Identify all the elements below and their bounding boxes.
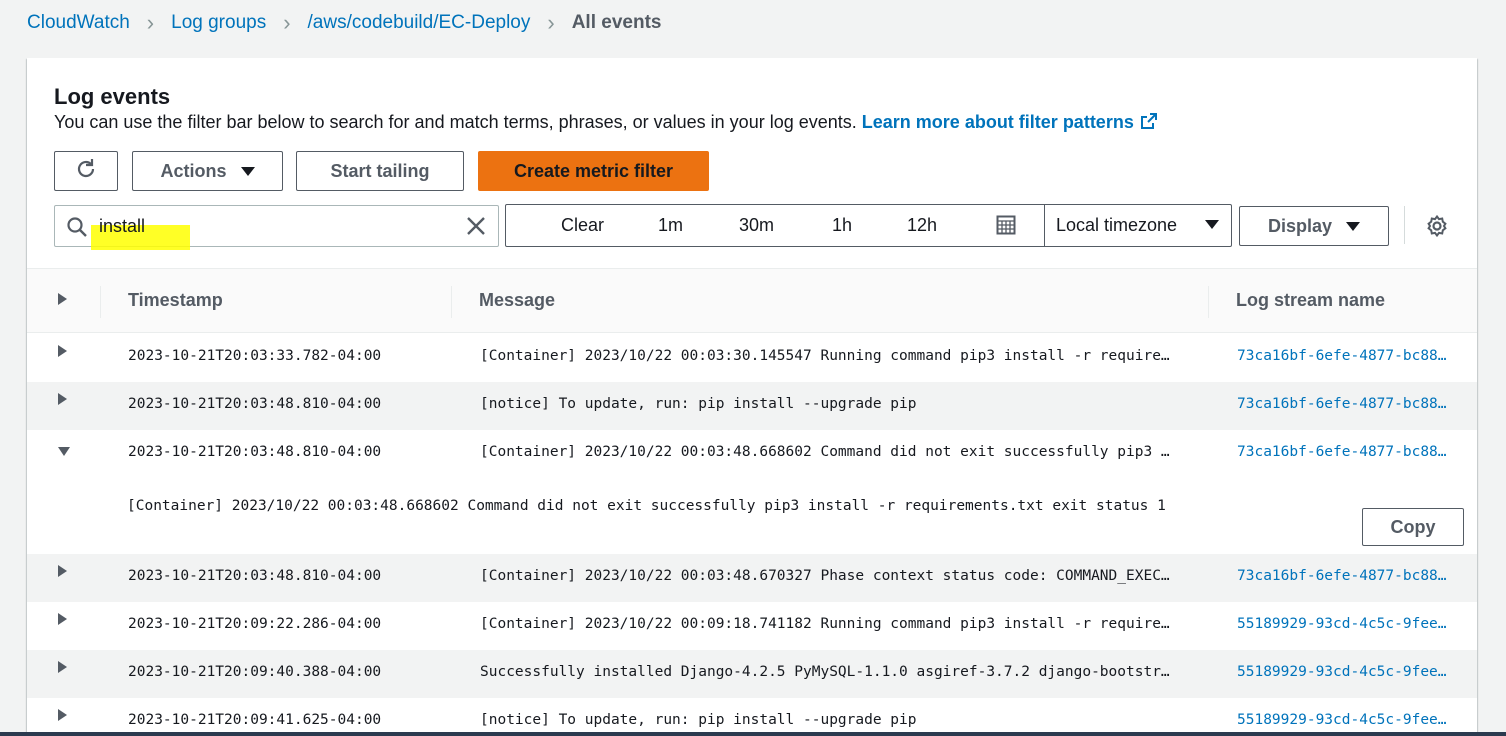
range-1h[interactable]: 1h	[832, 215, 852, 236]
expand-row-icon[interactable]	[58, 708, 67, 726]
actions-label: Actions	[160, 160, 227, 181]
copy-button[interactable]: Copy	[1362, 508, 1464, 546]
display-label: Display	[1267, 215, 1333, 236]
timezone-select[interactable]: Local timezone	[1044, 204, 1233, 247]
range-12h[interactable]: 12h	[907, 215, 937, 236]
chevron-right-icon: ›	[283, 10, 291, 35]
gear-icon[interactable]	[1425, 214, 1449, 243]
expand-all-icon[interactable]	[58, 292, 67, 310]
expand-row-icon[interactable]	[58, 612, 67, 630]
row-message: [Container] 2023/10/22 00:03:30.145547 R…	[480, 348, 1170, 364]
chevron-right-icon: ›	[146, 10, 155, 35]
learn-more-label: Learn more about filter patterns	[861, 112, 1134, 132]
refresh-button[interactable]	[54, 151, 118, 191]
start-tailing-button[interactable]: Start tailing	[296, 151, 464, 191]
calendar-icon[interactable]	[996, 215, 1016, 240]
row-timestamp: 2023-10-21T20:03:48.810-04:00	[128, 396, 382, 412]
collapse-row-icon[interactable]	[58, 443, 70, 461]
table-row[interactable]: 2023-10-21T20:03:48.810-04:00 [notice] T…	[27, 382, 1477, 430]
table-row[interactable]: 2023-10-21T20:09:41.625-04:00 [notice] T…	[27, 698, 1477, 736]
column-log-stream[interactable]: Log stream name	[1236, 290, 1385, 311]
table-header: Timestamp Message Log stream name	[27, 268, 1477, 333]
expanded-message-area: [Container] 2023/10/22 00:03:48.668602 C…	[27, 478, 1477, 554]
breadcrumb-log-groups[interactable]: Log groups	[171, 12, 266, 34]
panel-description: You can use the filter bar below to sear…	[54, 112, 1158, 135]
row-message: [Container] 2023/10/22 00:03:48.668602 C…	[480, 444, 1170, 460]
row-log-stream-link[interactable]: 55189929-93cd-4c5c-9fee…	[1237, 664, 1447, 680]
refresh-icon	[74, 157, 98, 186]
row-timestamp: 2023-10-21T20:03:33.782-04:00	[128, 348, 382, 364]
row-timestamp: 2023-10-21T20:09:41.625-04:00	[128, 712, 382, 728]
chevron-right-icon: ›	[547, 10, 555, 35]
row-log-stream-link[interactable]: 73ca16bf-6efe-4877-bc88…	[1237, 568, 1447, 584]
display-button[interactable]: Display	[1239, 206, 1389, 246]
row-message: [Container] 2023/10/22 00:09:18.741182 R…	[480, 616, 1170, 632]
breadcrumb-log-group[interactable]: /aws/codebuild/EC-Deploy	[308, 12, 531, 34]
expand-row-icon[interactable]	[58, 660, 67, 678]
breadcrumb: CloudWatch › Log groups › /aws/codebuild…	[27, 11, 661, 35]
row-message: [notice] To update, run: pip install --u…	[480, 396, 917, 412]
external-link-icon	[1140, 112, 1158, 135]
search-icon	[66, 216, 88, 243]
log-events-panel: Log events You can use the filter bar be…	[27, 58, 1477, 736]
breadcrumb-cloudwatch[interactable]: CloudWatch	[27, 12, 130, 34]
row-timestamp: 2023-10-21T20:09:22.286-04:00	[128, 616, 382, 632]
table-row[interactable]: 2023-10-21T20:09:40.388-04:00 Successful…	[27, 650, 1477, 698]
row-message: [Container] 2023/10/22 00:03:48.670327 P…	[480, 568, 1170, 584]
row-message: Successfully installed Django-4.2.5 PyMy…	[480, 664, 1170, 680]
row-timestamp: 2023-10-21T20:03:48.810-04:00	[128, 444, 382, 460]
description-text: You can use the filter bar below to sear…	[54, 112, 857, 132]
learn-more-link[interactable]: Learn more about filter patterns	[862, 112, 1158, 132]
close-icon[interactable]	[466, 216, 486, 241]
row-log-stream-link[interactable]: 73ca16bf-6efe-4877-bc88…	[1237, 444, 1447, 460]
expand-row-icon[interactable]	[58, 392, 67, 410]
row-timestamp: 2023-10-21T20:03:48.810-04:00	[128, 568, 382, 584]
window-bottom-edge	[0, 732, 1506, 736]
range-1m[interactable]: 1m	[658, 215, 683, 236]
actions-button[interactable]: Actions	[132, 151, 283, 191]
expand-row-icon[interactable]	[58, 564, 67, 582]
panel-title: Log events	[54, 84, 171, 109]
row-log-stream-link[interactable]: 55189929-93cd-4c5c-9fee…	[1237, 616, 1447, 632]
search-input[interactable]	[99, 212, 449, 240]
column-divider	[100, 286, 101, 318]
column-divider	[451, 286, 452, 318]
time-range-selector: Clear 1m 30m 1h 12h Local timezone	[505, 204, 1232, 247]
row-message: [notice] To update, run: pip install --u…	[480, 712, 917, 728]
column-divider	[1208, 286, 1209, 318]
table-row-expanded[interactable]: 2023-10-21T20:03:48.810-04:00 [Container…	[27, 430, 1477, 478]
expand-row-icon[interactable]	[58, 344, 67, 362]
breadcrumb-current: All events	[571, 12, 662, 33]
range-30m[interactable]: 30m	[739, 215, 774, 236]
caret-down-icon	[240, 166, 255, 176]
row-log-stream-link[interactable]: 55189929-93cd-4c5c-9fee…	[1237, 712, 1447, 728]
row-log-stream-link[interactable]: 73ca16bf-6efe-4877-bc88…	[1237, 396, 1447, 412]
timezone-label: Local timezone	[1056, 215, 1178, 235]
row-log-stream-link[interactable]: 73ca16bf-6efe-4877-bc88…	[1237, 348, 1447, 364]
row-timestamp: 2023-10-21T20:09:40.388-04:00	[128, 664, 382, 680]
table-row[interactable]: 2023-10-21T20:03:33.782-04:00 [Container…	[27, 334, 1477, 382]
filter-search	[54, 205, 499, 250]
create-metric-filter-button[interactable]: Create metric filter	[478, 151, 709, 191]
table-row[interactable]: 2023-10-21T20:09:22.286-04:00 [Container…	[27, 602, 1477, 650]
expanded-message-text: [Container] 2023/10/22 00:03:48.668602 C…	[127, 498, 1166, 514]
range-clear[interactable]: Clear	[561, 215, 604, 236]
caret-down-icon	[1346, 221, 1361, 231]
column-timestamp[interactable]: Timestamp	[128, 290, 223, 311]
column-message[interactable]: Message	[479, 290, 555, 311]
toolbar-divider	[1404, 206, 1405, 244]
caret-down-icon	[1205, 220, 1219, 229]
table-row[interactable]: 2023-10-21T20:03:48.810-04:00 [Container…	[27, 554, 1477, 602]
